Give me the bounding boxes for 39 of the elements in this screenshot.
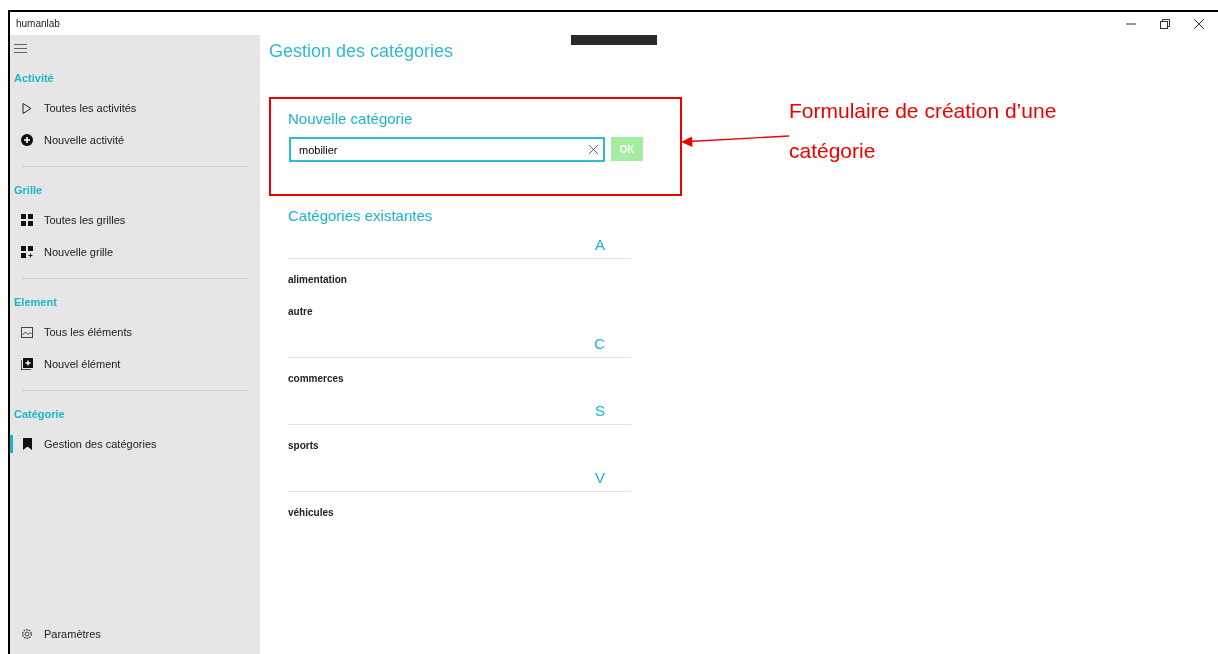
annotation-text: Formulaire de création d’une catégorie — [789, 98, 1058, 164]
nav-item[interactable]: Toutes les grilles — [10, 204, 260, 236]
add-image-icon — [21, 358, 33, 370]
nav-item[interactable]: Nouvelle grille — [10, 236, 260, 268]
section-heading: Activité — [13, 71, 55, 86]
group-letter: A — [595, 235, 605, 253]
section-heading: Grille — [13, 183, 44, 198]
settings-icon — [21, 628, 33, 640]
category-name-field[interactable]: mobilier — [289, 137, 605, 162]
form-heading: Nouvelle catégorie — [287, 110, 414, 127]
bookmark-icon — [22, 438, 32, 450]
nav-item[interactable]: Tous les éléments — [10, 316, 260, 348]
drag-handle[interactable] — [571, 35, 657, 45]
category-item[interactable]: véhicules — [288, 498, 631, 530]
section-heading: Catégories existantes — [287, 207, 434, 224]
close-icon — [1194, 18, 1204, 29]
group-letter: V — [595, 468, 605, 486]
category-item[interactable]: autre — [288, 297, 631, 329]
clear-icon — [589, 145, 598, 154]
section-heading: Element — [13, 295, 58, 310]
window-title: humanlab — [15, 18, 60, 29]
nav-item[interactable]: Gestion des catégories — [10, 428, 260, 460]
restore-icon — [1160, 18, 1170, 29]
category-item[interactable]: commerces — [288, 364, 631, 396]
settings-item[interactable]: Paramètres — [10, 618, 260, 650]
section-heading: Catégorie — [13, 407, 66, 422]
category-item[interactable]: alimentation — [288, 265, 631, 297]
grid-icon — [21, 214, 33, 226]
image-icon — [21, 326, 33, 338]
nav-item[interactable]: Nouvel élément — [10, 348, 260, 380]
grid-plus-icon — [21, 246, 33, 258]
nav-item[interactable]: Toutes les activités — [10, 92, 260, 124]
group-letter: C — [594, 334, 605, 352]
group-letter: S — [595, 401, 605, 419]
nav-item[interactable]: Nouvelle activité — [10, 124, 260, 156]
plus-circle-icon — [21, 134, 33, 146]
category-item[interactable]: sports — [288, 431, 631, 463]
play-icon — [22, 102, 32, 114]
page-title: Gestion des catégories — [269, 41, 455, 63]
